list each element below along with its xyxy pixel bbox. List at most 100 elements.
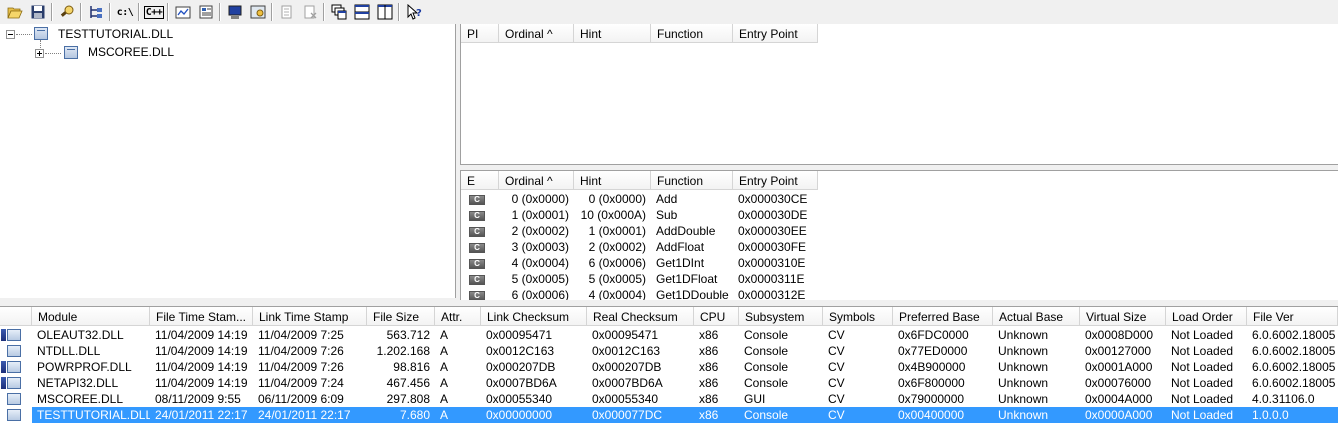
column-header-hint[interactable]: Hint [574,171,651,190]
module-tree-icon[interactable] [85,2,107,22]
module-file-ver: 6.0.6002.18005 [1252,328,1336,342]
module-row[interactable]: NETAPI32.DLL 11/04/2009 14:19 11/04/2009 7… [0,375,1338,391]
column-header-icon[interactable] [0,307,32,326]
column-header-symbols[interactable]: Symbols [823,307,893,326]
module-load-order: Not Loaded [1171,392,1234,406]
export-row[interactable]: C 3 (0x0003) 2 (0x0002) AddFloat 0x000030FE [461,239,818,255]
module-file-size: 98.816 [393,360,430,374]
module-icon-cell [0,391,32,407]
column-header-preferred-base[interactable]: Preferred Base [893,307,993,326]
tree-node-child[interactable] [35,45,44,61]
module-file-time: 11/04/2009 14:19 [155,376,248,390]
tile-vertical-icon[interactable] [374,2,396,22]
module-row-selected[interactable]: TESTTUTORIAL.DLL 24/01/2011 22:17 24/01/20… [0,407,1338,423]
export-entry-point: 0x000030CE [738,192,808,206]
expand-toggle[interactable] [35,48,44,58]
copy-icon[interactable] [276,2,298,22]
module-file-time: 11/04/2009 14:19 [155,344,248,358]
module-load-order: Not Loaded [1171,376,1234,390]
column-header-function[interactable]: Function [651,24,733,43]
column-header-actual-base[interactable]: Actual Base [993,307,1080,326]
module-tree-panel: TESTTUTORIAL.DLL MSCOREE.DLL [0,24,456,298]
toolbar-separator [80,3,82,21]
export-function: Get1DFloat [656,272,718,286]
module-row[interactable]: OLEAUT32.DLL 11/04/2009 14:19 11/04/2009 7… [0,327,1338,343]
export-hint: 4 (0x0004) [588,288,646,300]
properties-icon[interactable] [195,2,217,22]
module-row[interactable]: NTDLL.DLL 11/04/2009 14:19 11/04/2009 7:26… [0,343,1338,359]
tree-node-root[interactable] [6,26,15,42]
open-folder-icon[interactable] [4,2,26,22]
path-button[interactable]: c:\ [114,2,136,22]
module-file-time: 11/04/2009 14:19 [155,328,248,342]
module-icon [64,46,78,59]
column-header-subsystem[interactable]: Subsystem [739,307,823,326]
collapse-toggle[interactable] [6,29,15,39]
cpp-button[interactable]: C++ [143,2,165,22]
column-header-attr[interactable]: Attr. [435,307,481,326]
module-link-time: 06/11/2009 6:09 [258,392,344,406]
tile-horizontal-icon[interactable] [351,2,373,22]
column-header-hint[interactable]: Hint [574,24,651,43]
module-virtual-size: 0x0001A000 [1085,360,1153,374]
module-row[interactable]: POWRPROF.DLL 11/04/2009 14:19 11/04/2009 7… [0,359,1338,375]
toolbar-separator [167,3,169,21]
module-icon-cell [0,327,32,343]
column-header-link-time[interactable]: Link Time Stamp [253,307,367,326]
module-attr: A [440,360,449,374]
export-ordinal: 2 (0x0002) [511,224,569,238]
help-icon[interactable]: ? [403,2,425,22]
column-header-file-size[interactable]: File Size [367,307,435,326]
column-header-entry-point[interactable]: Entry Point [733,171,818,190]
export-entry-point: 0x000030DE [738,208,808,222]
export-row[interactable]: C 0 (0x0000) 0 (0x0000) Add 0x000030CE [461,191,818,207]
profile-icon[interactable] [172,2,194,22]
export-function: Get1DInt [656,256,705,270]
export-entry-point: 0x0000312E [738,288,806,300]
export-row[interactable]: C 5 (0x0005) 5 (0x0005) Get1DFloat 0x0000311… [461,271,818,287]
module-file-ver: 6.0.6002.18005 [1252,376,1336,390]
column-header-ordinal[interactable]: Ordinal ^ [499,171,574,190]
column-header-entry-point[interactable]: Entry Point [733,24,818,43]
column-header-load-order[interactable]: Load Order [1166,307,1247,326]
export-hint: 5 (0x0005) [588,272,646,286]
module-file-ver: 4.0.31106.0 [1252,392,1315,406]
module-actual-base: Unknown [998,328,1049,342]
module-real-checksum: 0x0012C163 [592,344,661,358]
delete-icon[interactable] [299,2,321,22]
computer-icon[interactable] [224,2,246,22]
export-row[interactable]: C 4 (0x0004) 6 (0x0006) Get1DInt 0x0000310E [461,255,818,271]
export-row[interactable]: C 1 (0x0001) 10 (0x000A) Sub 0x000030DE [461,207,818,223]
export-row[interactable]: C 6 (0x0006) 4 (0x0004) Get1DDouble 0x000031… [461,287,818,300]
module-file-ver: 6.0.6002.18005 [1252,360,1336,374]
column-header-file-time[interactable]: File Time Stam... [150,307,253,326]
column-header-ordinal[interactable]: Ordinal ^ [499,24,574,43]
view-icon[interactable] [247,2,269,22]
module-link-time: 11/04/2009 7:26 [258,344,344,358]
column-header-pi[interactable]: PI [461,24,499,43]
find-icon[interactable] [56,2,78,22]
export-row[interactable]: C 2 (0x0002) 1 (0x0001) AddDouble 0x000030EE [461,223,818,239]
module-file-ver: 1.0.0.0 [1252,408,1289,422]
module-symbols: CV [828,344,845,358]
export-ordinal: 5 (0x0005) [511,272,569,286]
column-header-file-ver[interactable]: File Ver [1247,307,1338,326]
column-header-module[interactable]: Module [32,307,150,326]
module-file-ver: 6.0.6002.18005 [1252,344,1336,358]
column-header-cpu[interactable]: CPU [694,307,739,326]
column-header-real-checksum[interactable]: Real Checksum [587,307,694,326]
save-icon[interactable] [27,2,49,22]
toolbar-separator [109,3,111,21]
module-subsystem: Console [744,344,789,358]
cascade-icon[interactable] [328,2,350,22]
column-header-link-checksum[interactable]: Link Checksum [481,307,587,326]
module-preferred-base: 0x00400000 [898,408,965,422]
svg-text:?: ? [416,8,422,19]
column-header-function[interactable]: Function [651,171,733,190]
tree-root-label[interactable]: TESTTUTORIAL.DLL [58,27,173,41]
column-header-virtual-size[interactable]: Virtual Size [1080,307,1166,326]
column-header-e[interactable]: E [461,171,499,190]
export-entry-point: 0x000030EE [738,224,807,238]
tree-child-label[interactable]: MSCOREE.DLL [88,45,174,59]
module-row[interactable]: MSCOREE.DLL 08/11/2009 9:55 06/11/2009 6:0… [0,391,1338,407]
